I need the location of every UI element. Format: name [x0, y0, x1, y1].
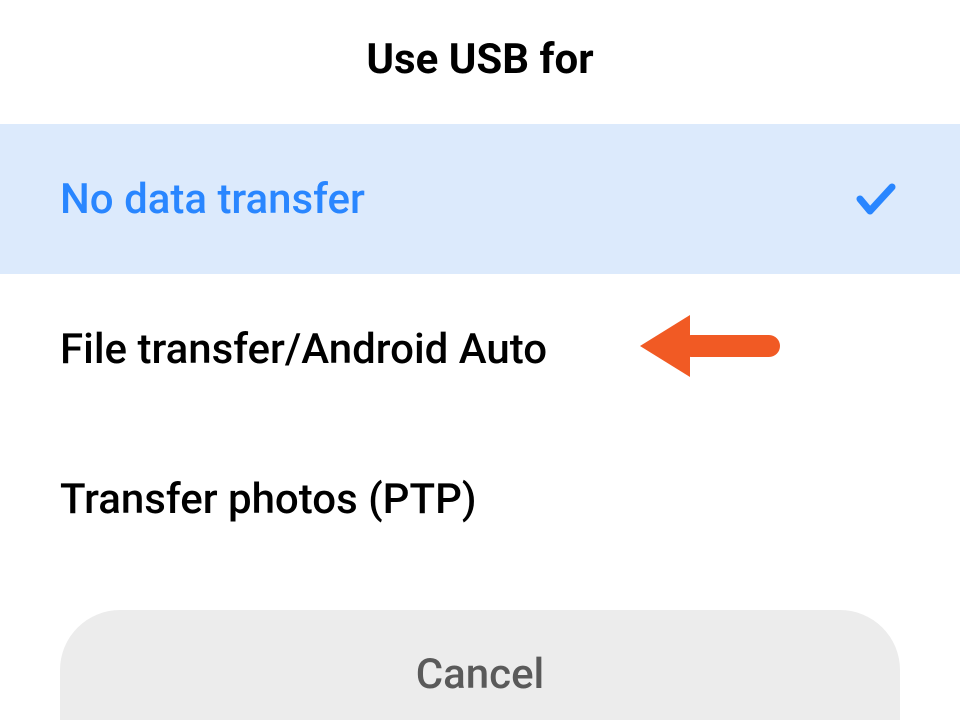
option-label: Transfer photos (PTP) [60, 475, 900, 524]
cancel-label: Cancel [416, 650, 545, 699]
cancel-button[interactable]: Cancel [60, 610, 900, 720]
option-label: No data transfer [60, 175, 852, 224]
dialog-title: Use USB for [0, 0, 960, 124]
option-label: File transfer/Android Auto [60, 325, 900, 374]
usb-option-no-data-transfer[interactable]: No data transfer [0, 124, 960, 274]
usb-option-transfer-photos[interactable]: Transfer photos (PTP) [0, 424, 960, 574]
usb-option-file-transfer[interactable]: File transfer/Android Auto [0, 274, 960, 424]
check-icon [852, 175, 900, 223]
